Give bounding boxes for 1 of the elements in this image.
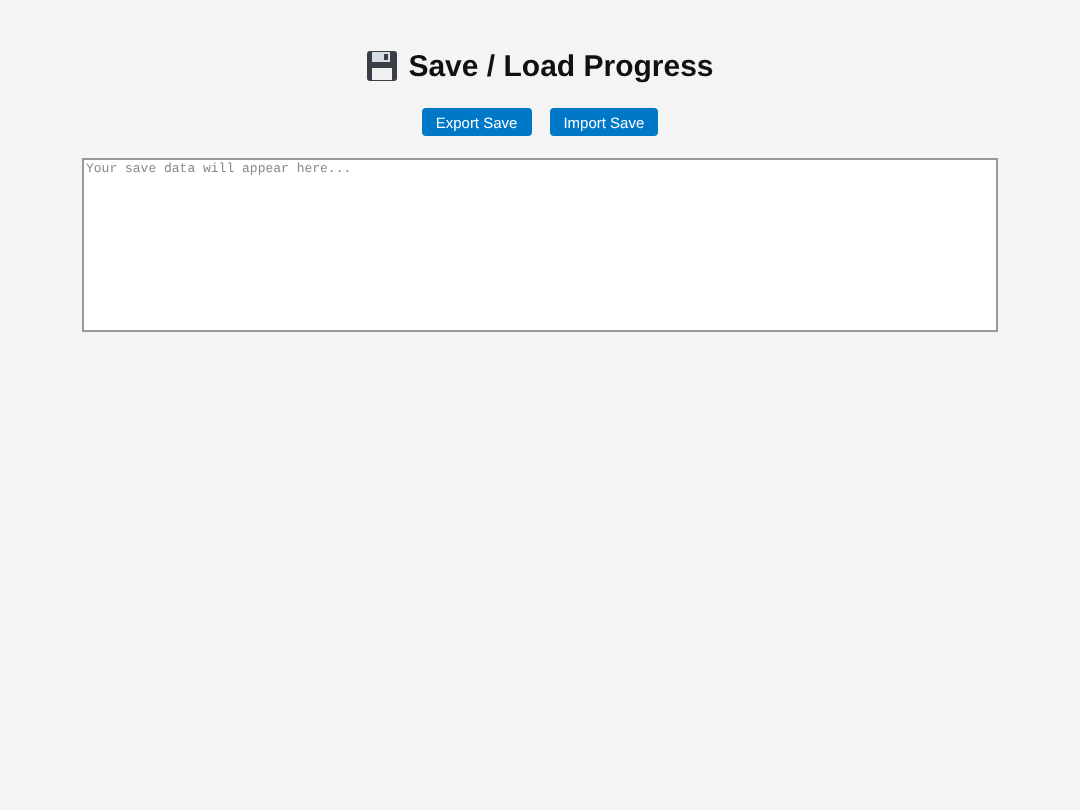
page-title: Save / Load Progress xyxy=(408,49,714,83)
